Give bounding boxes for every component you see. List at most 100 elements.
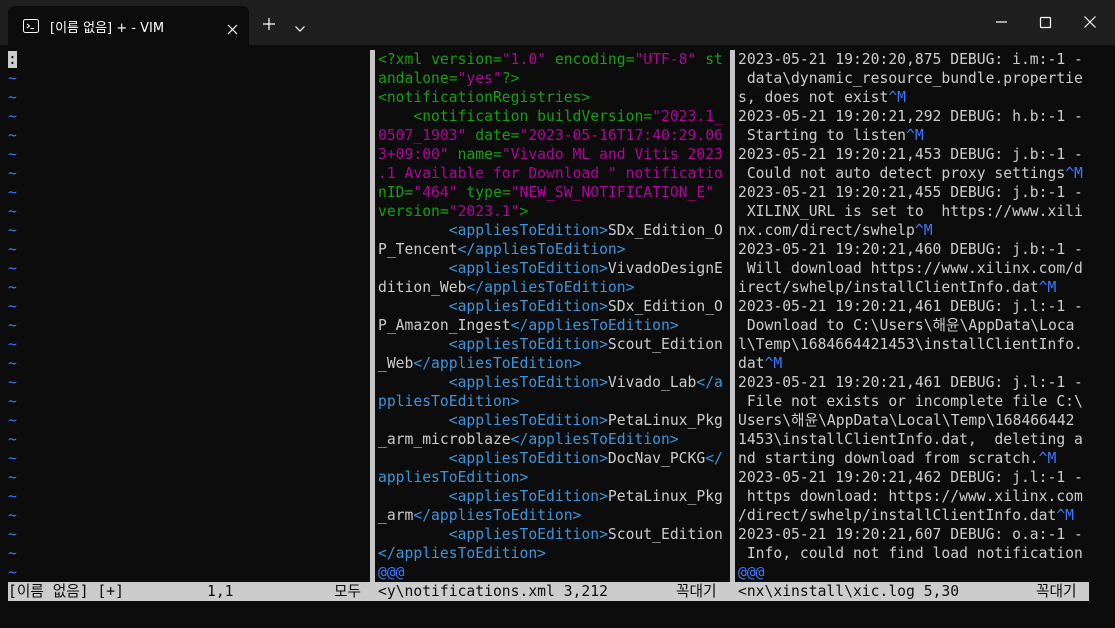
text-line: XILINX_URL is set to https://www.xili (738, 202, 1094, 221)
close-window-icon[interactable] (1076, 12, 1104, 32)
maximize-icon[interactable] (1032, 12, 1060, 32)
empty-line-tilde: ~ (8, 108, 17, 125)
text-line: : (8, 50, 368, 69)
title-bar: [이름 없음] + - VIM (0, 0, 1115, 45)
empty-line-tilde: ~ (8, 526, 17, 543)
text-line: </appliesToEdition> (378, 544, 728, 563)
text-segment: _Web (378, 355, 414, 372)
text-segment: P_Tencent (378, 241, 458, 258)
empty-line-tilde: ~ (8, 260, 17, 277)
text-segment: Starting to listen (738, 127, 907, 144)
text-segment: </a (696, 374, 723, 391)
terminal-icon (23, 18, 39, 37)
text-segment: <appliesToEdition> (448, 412, 608, 429)
text-line: /direct/swhelp/installClientInfo.dat^M (738, 506, 1094, 525)
empty-line-tilde: ~ (8, 374, 17, 391)
text-segment: ^M (906, 127, 924, 144)
text-segment: 2023-05-21 19:20:21,453 DEBUG: j.b:-1 - (738, 146, 1083, 163)
empty-line-tilde: ~ (8, 241, 17, 258)
text-segment: "UTF-8" (634, 51, 697, 68)
terminal-tab[interactable]: [이름 없음] + - VIM (8, 6, 249, 45)
text-line: 2023-05-21 19:20:20,875 DEBUG: i.m:-1 - (738, 50, 1094, 69)
empty-line-tilde: ~ (8, 545, 17, 562)
text-segment: ^M (888, 89, 907, 106)
text-line: Info, could not find load notification (738, 544, 1094, 563)
text-segment: /direct/swhelp/installClientInfo.dat (738, 507, 1057, 524)
text-segment: <notification (378, 108, 538, 125)
text-line: 1453\installClientInfo.dat, deleting a (738, 430, 1094, 449)
vim-window-empty-buffer[interactable]: : ~ ~ ~ ~ ~ ~ ~ ~ ~ ~ ~ ~ ~ ~ ~ ~ ~ ~ ~ ~ ~ ~ ~ ~ ~ ~ ~ (8, 50, 368, 582)
text-segment: SDx_Edition_O (607, 222, 723, 239)
text-segment: "Vivado ML and Vitis 2023 (501, 146, 723, 163)
text-segment: appliesToEdition> (378, 469, 529, 486)
text-line: dition_Web</appliesToEdition> (378, 278, 728, 297)
close-tab-icon[interactable] (227, 20, 238, 39)
text-segment: st (696, 51, 723, 68)
text-segment: Vivado_Lab (607, 374, 697, 391)
text-line: https download: https://www.xilinx.com (738, 487, 1094, 506)
text-segment (378, 260, 449, 277)
text-segment: = (492, 51, 502, 68)
empty-line-tilde: ~ (8, 450, 17, 467)
text-line: File not exists or incomplete file C:\ (738, 392, 1094, 411)
text-segment: </appliesToEdition> (378, 545, 547, 562)
text-segment: nID (378, 184, 405, 201)
text-segment: Info, could not find load notification (738, 545, 1083, 562)
text-line: 2023-05-21 19:20:21,607 DEBUG: o.a:-1 - (738, 525, 1094, 544)
text-line: @@@ (738, 563, 1094, 582)
vertical-split-separator[interactable] (370, 50, 375, 582)
text-segment: ^M (914, 222, 933, 239)
status-right-file-info: <nx\xinstall\xic.log 5,30 (738, 583, 960, 600)
text-segment: buildVersion (537, 108, 644, 125)
text-segment: P_Amazon_Ingest (378, 317, 511, 334)
text-line: @@@ (378, 563, 728, 582)
empty-line-tilde: ~ (8, 203, 17, 220)
text-segment: <appliesToEdition> (448, 260, 608, 277)
text-segment: _arm (378, 507, 414, 524)
text-line: irect/swhelp/installClientInfo.dat^M (738, 278, 1094, 297)
minimize-icon[interactable] (988, 12, 1016, 32)
empty-line-tilde: ~ (8, 89, 17, 106)
status-middle-scroll-percent: 꼭대기 (676, 583, 717, 600)
new-tab-plus-icon[interactable] (262, 16, 276, 35)
text-segment: 2023-05-21 19:20:21,292 DEBUG: h.b:-1 - (738, 108, 1083, 125)
text-line: P_Amazon_Ingest</appliesToEdition> (378, 316, 728, 335)
text-line: l\Temp\1684664421453\installClientInfo. (738, 335, 1094, 354)
text-segment: encoding (546, 51, 626, 68)
text-segment: "2023.1" (448, 203, 520, 220)
status-right-scroll-percent: 꼭대기 (1036, 583, 1077, 600)
vertical-split-separator[interactable] (730, 50, 735, 582)
text-segment: dat (738, 355, 765, 372)
text-segment: PetaLinux_Pkg (607, 488, 723, 505)
text-line: <appliesToEdition>SDx_Edition_O (378, 297, 728, 316)
vim-window-notifications-xml[interactable]: <?xml version="1.0" encoding="UTF-8" st a… (378, 50, 728, 582)
text-segment: SDx_Edition_O (607, 298, 723, 315)
text-segment: 3+09:00" (378, 146, 449, 163)
text-segment: Will download https://www.xilinx.com/d (738, 260, 1083, 277)
text-line: <appliesToEdition>Scout_Edition (378, 525, 728, 544)
text-segment: irect/swhelp/installClientInfo.dat (738, 279, 1039, 296)
text-line: _arm</appliesToEdition> (378, 506, 728, 525)
text-cursor: : (8, 51, 17, 68)
status-left-cursor-position: 1,1 (207, 583, 234, 600)
text-segment: _arm_microblaze (378, 431, 511, 448)
text-line: nID="464" type="NEW_SW_NOTIFICATION_E" (378, 183, 728, 202)
chevron-down-icon[interactable] (294, 18, 306, 37)
empty-line-tilde: ~ (8, 127, 17, 144)
text-segment: > (519, 203, 529, 220)
text-line: appliesToEdition> (378, 468, 728, 487)
text-line: .1 Available for Download " notificatio (378, 164, 728, 183)
text-line: <appliesToEdition>SDx_Edition_O (378, 221, 728, 240)
text-line: 2023-05-21 19:20:21,460 DEBUG: j.b:-1 - (738, 240, 1094, 259)
empty-line-tilde: ~ (8, 564, 17, 581)
text-segment: <appliesToEdition> (448, 336, 608, 353)
text-segment: "NEW_SW_NOTIFICATION_E" (510, 184, 715, 201)
text-segment: File not exists or incomplete file C:\ (738, 393, 1083, 410)
text-segment: <appliesToEdition> (448, 526, 608, 543)
text-segment: ^M (764, 355, 783, 372)
text-segment: Scout_Edition (607, 526, 723, 543)
text-segment: </ (705, 450, 723, 467)
vim-window-xic-log[interactable]: 2023-05-21 19:20:20,875 DEBUG: i.m:-1 - … (738, 50, 1094, 582)
text-segment (378, 374, 449, 391)
empty-line-tilde: ~ (8, 488, 17, 505)
